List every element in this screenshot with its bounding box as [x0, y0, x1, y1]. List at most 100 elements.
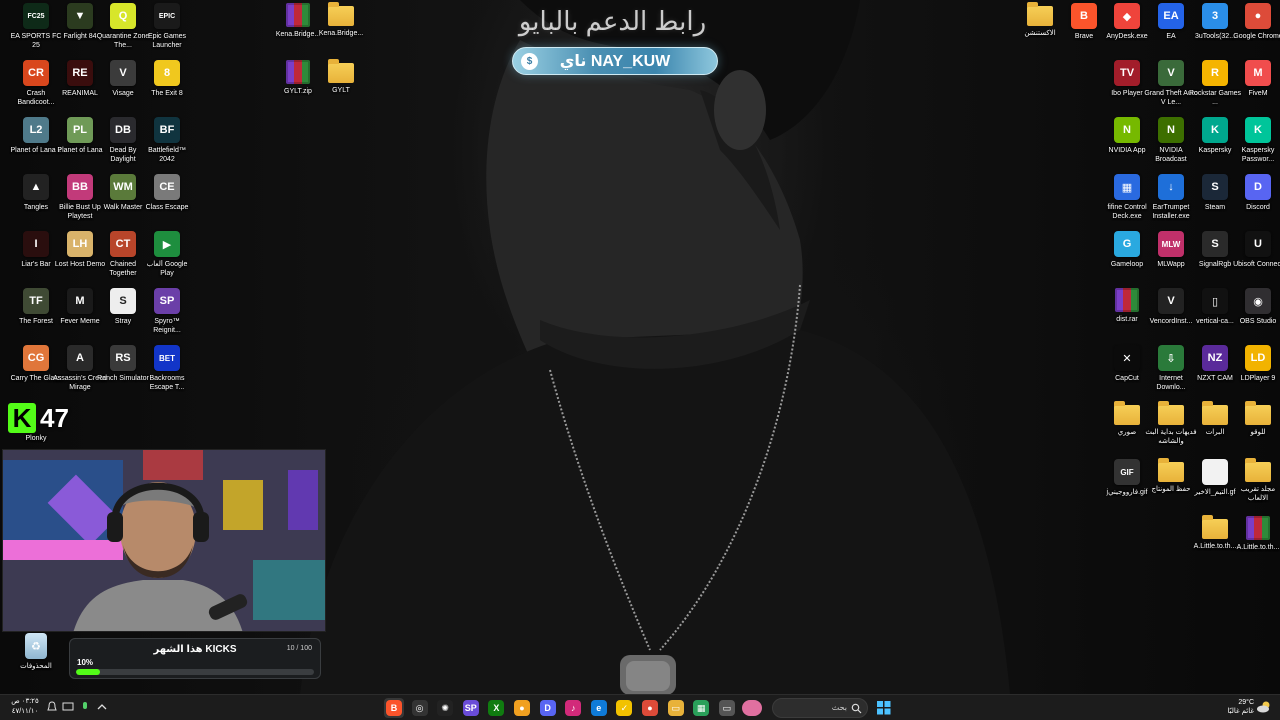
desktop-shortcut[interactable]: مجلد تقريب الالعاب [1236, 458, 1280, 515]
desktop-shortcut[interactable]: L2 Planet of Lana 2 [11, 117, 62, 173]
desktop-shortcut[interactable]: ◆ AnyDesk.exe [1105, 3, 1149, 59]
desktop-shortcut[interactable]: CT Chained Together [101, 231, 145, 287]
desktop-shortcut[interactable]: MLW MLWapp [1149, 231, 1193, 287]
desktop-shortcut[interactable]: dist.rar [1105, 288, 1149, 344]
desktop-shortcut[interactable]: NZ NZXT CAM [1193, 345, 1237, 401]
desktop-shortcut[interactable]: CE Class Escape [145, 174, 189, 230]
desktop-shortcut[interactable]: U Ubisoft Connect [1233, 231, 1280, 287]
desktop-shortcut[interactable]: DB Dead By Daylight [101, 117, 145, 173]
desktop-shortcut[interactable]: D Discord [1236, 174, 1280, 230]
taskbar-app-discord[interactable]: D [538, 698, 558, 718]
desktop-shortcut[interactable]: للوقو [1236, 401, 1280, 458]
recycle-bin[interactable]: ♻ المحذوفات [14, 633, 58, 689]
desktop-shortcut[interactable]: A.Little.to.th... [1236, 516, 1280, 572]
desktop-shortcut[interactable]: ▼ Farlight 84 [58, 3, 102, 59]
desktop-shortcut[interactable]: N NVIDIA Broadcast [1149, 117, 1193, 173]
desktop-shortcut[interactable]: فديهات بداية البث والشاشه [1145, 401, 1197, 458]
desktop-shortcut[interactable]: BET Backrooms Escape T... [145, 345, 189, 401]
desktop-shortcut[interactable]: حفظ المونتاج [1149, 458, 1193, 515]
microphone-icon[interactable] [80, 701, 90, 713]
desktop-shortcut[interactable]: Q Quarantine Zone The... [97, 3, 149, 59]
desktop-shortcut[interactable]: K Kaspersky Passwor... [1236, 117, 1280, 173]
taskbar-app-chrome[interactable]: ● [640, 698, 660, 718]
taskbar: ٠٣:٢٥ ص ٤٧/١١/١٠ B ◎ ✺ SP X ● D ♪ e ✓ ● ▭ ▦ ▭ بحث 29°… [0, 694, 1280, 720]
taskbar-app-app-orange[interactable]: ● [512, 698, 532, 718]
desktop-shortcut[interactable]: B Brave [1062, 3, 1106, 59]
taskbar-app-chatgpt[interactable]: ✺ [435, 698, 455, 718]
taskbar-app-xbox[interactable]: X [486, 698, 506, 718]
desktop-shortcut[interactable]: S Stray [101, 288, 145, 344]
desktop-shortcut[interactable]: RE REANIMAL [58, 60, 102, 116]
desktop-shortcut[interactable]: V VencordInst... [1149, 288, 1193, 344]
display-icon[interactable] [62, 701, 74, 713]
notification-bell-icon[interactable] [46, 701, 58, 713]
desktop-shortcut[interactable]: ✕ CapCut [1105, 345, 1149, 401]
desktop-shortcut[interactable]: GIF jفارووجيني.gif [1105, 459, 1149, 515]
desktop-shortcut[interactable]: ▶ ألعاب Google Play [145, 231, 189, 287]
taskbar-app-brave[interactable]: B [384, 698, 404, 718]
desktop-shortcut[interactable]: I Liar's Bar [14, 231, 58, 287]
desktop-shortcut[interactable]: FC25 EA SPORTS FC 25 [11, 3, 61, 59]
desktop-shortcut[interactable]: RS Ranch Simulator [97, 345, 149, 401]
nvidia-broadcast-icon: N [1158, 117, 1184, 143]
desktop-shortcut[interactable]: BF Battlefield™ 2042 [145, 117, 189, 173]
chrome-icon: ● [1245, 3, 1271, 29]
desktop-shortcut[interactable]: LD LDPlayer 9 [1236, 345, 1280, 401]
taskbar-clock[interactable]: ٠٣:٢٥ ص ٤٧/١١/١٠ [8, 697, 42, 717]
desktop-shortcut[interactable]: V Grand Theft Auto V Le... [1144, 60, 1198, 116]
desktop-shortcut[interactable]: EA EA [1149, 3, 1193, 59]
desktop-shortcut[interactable]: R Rockstar Games ... [1189, 60, 1241, 116]
eartrumpet-icon: ↓ [1158, 174, 1184, 200]
taskbar-app-app-blue[interactable]: SP [461, 698, 481, 718]
desktop-shortcut[interactable]: صوري [1105, 401, 1149, 458]
desktop-shortcut[interactable]: G Gameloop [1105, 231, 1149, 287]
desktop-shortcut[interactable]: K Kaspersky [1193, 117, 1237, 173]
desktop-shortcut[interactable]: 3 3uTools(32... [1193, 3, 1237, 59]
taskbar-app-norton[interactable]: ✓ [614, 698, 634, 718]
taskbar-app-davinci[interactable]: ◎ [410, 698, 430, 718]
desktop-shortcut[interactable]: V Visage [101, 60, 145, 116]
taskbar-app-edge[interactable]: e [589, 698, 609, 718]
chatgpt-icon: ✺ [437, 700, 454, 716]
desktop-shortcut[interactable]: BB Billie Bust Up Playtest [58, 174, 102, 230]
taskbar-app-itunes[interactable]: ♪ [563, 698, 583, 718]
fivem-icon: M [1245, 60, 1271, 86]
desktop-shortcut[interactable]: M Fever Meme [58, 288, 102, 344]
desktop-shortcut[interactable]: GYLT [319, 59, 363, 116]
taskbar-app-pill-app[interactable] [742, 698, 763, 718]
desktop-shortcut[interactable]: الاكستنشن [1018, 2, 1062, 59]
desktop-shortcut[interactable]: CG Carry The Glass [11, 345, 61, 401]
desktop-shortcut[interactable]: Kena.Bridge... [319, 2, 363, 59]
taskbar-app-display[interactable]: ▭ [717, 698, 737, 718]
chevron-up-icon[interactable] [96, 701, 108, 713]
desktop-shortcut[interactable]: S Steam [1193, 174, 1237, 230]
windows-start-icon[interactable] [877, 701, 891, 715]
desktop-shortcut[interactable]: ▲ Tangles [14, 174, 58, 230]
desktop-shortcut[interactable]: 8 The Exit 8 [145, 60, 189, 116]
idm-icon: ⇩ [1158, 345, 1184, 371]
desktop-shortcut-label: Spyro™ Reignit... [153, 318, 181, 334]
taskbar-app-file-explorer[interactable]: ▭ [666, 698, 686, 718]
desktop-shortcut[interactable]: CR Crash Bandicoot... [14, 60, 58, 116]
weather-widget[interactable]: 29°C غائم غالبًا [1214, 698, 1254, 716]
desktop-shortcut[interactable]: ⇩ Internet Downlo... [1149, 345, 1193, 401]
desktop-shortcut[interactable]: ● Google Chrome [1233, 3, 1280, 59]
desktop-shortcut[interactable]: SP Spyro™ Reignit... [145, 288, 189, 344]
taskbar-search-box[interactable]: بحث [772, 698, 868, 718]
desktop-shortcut[interactable]: A Assassin's Creed Mirage [53, 345, 107, 401]
desktop-shortcut[interactable]: ◉ OBS Studio [1236, 288, 1280, 344]
winrar-archive-icon [286, 3, 310, 27]
desktop-shortcut[interactable]: ▯ vertical-ca... [1193, 288, 1237, 344]
desktop-shortcut[interactable]: ▦ fifine Control Deck.exe [1105, 174, 1149, 230]
desktop-shortcut[interactable]: M FiveM [1236, 60, 1280, 116]
taskbar-app-app-green[interactable]: ▦ [691, 698, 711, 718]
desktop-shortcut[interactable]: EPIC Epic Games Launcher [145, 3, 189, 59]
desktop-shortcut[interactable]: S SignalRgb [1193, 231, 1237, 287]
desktop-shortcut[interactable]: ↓ EarTrumpet Installer.exe [1149, 174, 1193, 230]
desktop-shortcut[interactable]: PL Planet of Lana [57, 117, 103, 173]
desktop-shortcut[interactable]: TF The Forest [14, 288, 58, 344]
desktop-shortcut[interactable]: LH Lost Host Demo [55, 231, 105, 287]
desktop-shortcut[interactable]: TV Ibo Player [1105, 60, 1149, 116]
desktop-shortcut[interactable]: WM Walk Master [101, 174, 145, 230]
desktop-shortcut[interactable]: N NVIDIA App [1105, 117, 1149, 173]
